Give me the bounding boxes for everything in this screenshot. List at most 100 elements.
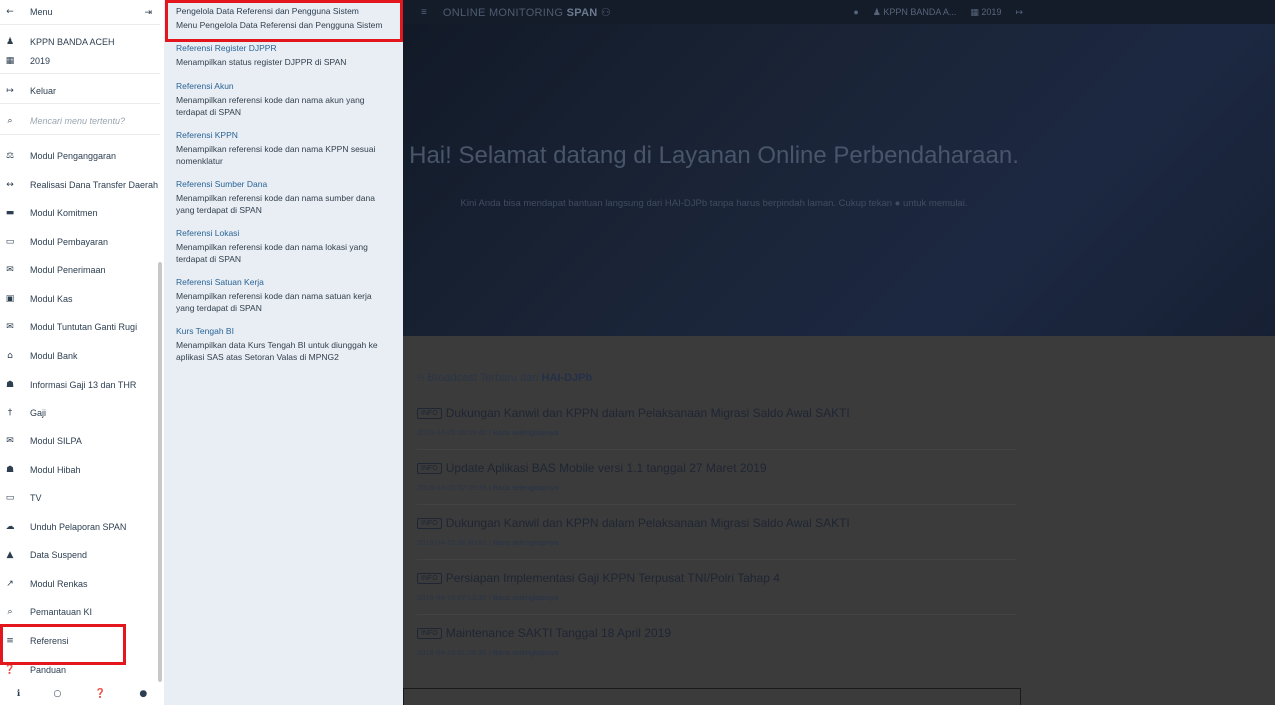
news-item: INFO Update Aplikasi BAS Mobile versi 1.1…	[417, 461, 1017, 505]
credit-card-icon: ▭	[5, 237, 15, 247]
submenu-item-register-djppr[interactable]: Referensi Register DJPPR Menampilkan sta…	[176, 43, 391, 68]
sidebar-user: ♟ KPPN BANDA ACEH	[0, 32, 160, 52]
male-icon: †	[7, 408, 13, 418]
signpost-icon: ≡	[6, 636, 14, 646]
info-badge: INFO	[417, 627, 442, 639]
read-more-link[interactable]: Baca selengkapnya	[493, 538, 558, 547]
line-chart-icon: ↗	[6, 579, 14, 589]
read-more-link[interactable]: Baca selengkapnya	[493, 483, 558, 492]
balance-scale-icon: ⚖	[5, 151, 15, 161]
user-icon: ♟	[5, 37, 15, 47]
gift-icon: ☗	[5, 465, 15, 475]
submenu-item-pengelola-data[interactable]: Pengelola Data Referensi dan Pengguna Si…	[176, 6, 391, 31]
hero-banner: Hai! Selamat datang di Layanan Online Pe…	[403, 24, 1275, 336]
news-title[interactable]: Dukungan Kanwil dan KPPN dalam Pelaksana…	[446, 406, 850, 420]
sidebar-year: ▦ 2019	[0, 51, 160, 71]
submenu-item-kurs-tengah-bi[interactable]: Kurs Tengah BI Menampilkan data Kurs Ten…	[176, 326, 391, 363]
sidebar-footer: ℹ ○ ❓ ●	[0, 683, 164, 705]
arrow-left-icon[interactable]: ←	[2, 7, 18, 17]
sidebar-item-pemantauan-ki[interactable]: ⌕ Pemantauan KI	[0, 602, 160, 622]
user-icon: ♟	[872, 6, 881, 17]
sidebar-item-realisasi-dana[interactable]: ↔ Realisasi Dana Transfer Daerah	[0, 175, 160, 195]
news-item: INFO Dukungan Kanwil dan KPPN dalam Pelak…	[417, 516, 1017, 560]
sidebar-item-referensi[interactable]: ≡ Referensi	[0, 631, 160, 651]
read-more-link[interactable]: Baca selengkapnya	[493, 648, 558, 657]
sidebar-item-gaji[interactable]: † Gaji	[0, 403, 160, 423]
sidebar-menu-toggle[interactable]: ← Menu ⇥	[0, 2, 160, 22]
chat-icon[interactable]: ●	[853, 7, 858, 17]
sidebar-item-modul-komitmen[interactable]: ▬ Modul Komitmen	[0, 203, 160, 223]
news-title[interactable]: Dukungan Kanwil dan KPPN dalam Pelaksana…	[446, 516, 850, 530]
info-badge: INFO	[417, 407, 442, 419]
envelope-icon: ✉	[6, 436, 14, 446]
refresh-icon[interactable]: ○	[54, 689, 62, 699]
hero-subtitle: Kini Anda bisa mendapat bantuan langsung…	[460, 198, 968, 209]
binoculars-icon: ⚇	[600, 6, 612, 19]
sidebar-item-modul-penerimaan[interactable]: ✉ Modul Penerimaan	[0, 260, 160, 280]
sign-out-icon: ↦	[6, 86, 14, 96]
sidebar-item-modul-bank[interactable]: ⌂ Modul Bank	[0, 346, 160, 366]
referensi-submenu: Pengelola Data Referensi dan Pengguna Si…	[164, 0, 403, 705]
envelope-icon: ✉	[6, 322, 14, 332]
sidebar: ← Menu ⇥ ♟ KPPN BANDA ACEH ▦ 2019 ↦ Kelu…	[0, 0, 165, 705]
sidebar-item-tv[interactable]: ▭ TV	[0, 488, 160, 508]
sidebar-item-modul-hibah[interactable]: ☗ Modul Hibah	[0, 460, 160, 480]
sidebar-item-modul-tgr[interactable]: ✉ Modul Tuntutan Ganti Rugi	[0, 317, 160, 337]
question-icon[interactable]: ❓	[95, 689, 106, 699]
sidebar-item-panduan[interactable]: ❓ Panduan	[0, 660, 160, 680]
desktop-icon: ▭	[5, 493, 15, 503]
sidebar-item-modul-penganggaran[interactable]: ⚖ Modul Penganggaran	[0, 146, 160, 166]
submenu-item-referensi-kppn[interactable]: Referensi KPPN Menampilkan referensi kod…	[176, 130, 391, 167]
search-input[interactable]: Mencari menu tertentu?	[30, 116, 125, 126]
navbar-user[interactable]: ♟ KPPN BANDA A...	[873, 7, 957, 18]
hero-title: Hai! Selamat datang di Layanan Online Pe…	[409, 142, 1019, 169]
sidebar-item-modul-pembayaran[interactable]: ▭ Modul Pembayaran	[0, 232, 160, 252]
submenu-item-satuan-kerja[interactable]: Referensi Satuan Kerja Menampilkan refer…	[176, 277, 391, 314]
submenu-item-referensi-akun[interactable]: Referensi Akun Menampilkan referensi kod…	[176, 81, 391, 118]
search-icon: ⌕	[7, 116, 13, 126]
news-date: 2019-04-22 06:40:52	[417, 538, 487, 547]
navbar-year[interactable]: ▦ 2019	[970, 7, 1001, 18]
broadcast-heading: ⍾ Broadcast Terbaru dari HAI-DJPb	[417, 372, 593, 384]
top-navbar: ≡ ONLINE MONITORING SPAN ⚇ ● ♟ KPPN BAND…	[403, 0, 1275, 24]
envelope-icon: ✉	[6, 265, 14, 275]
sidebar-item-modul-silpa[interactable]: ✉ Modul SILPA	[0, 431, 160, 451]
question-circle-icon: ❓	[4, 665, 16, 675]
sidebar-item-data-suspend[interactable]: ▲ Data Suspend	[0, 545, 160, 565]
submenu-item-sumber-dana[interactable]: Referensi Sumber Dana Menampilkan refere…	[176, 179, 391, 216]
brand-title: ONLINE MONITORING SPAN ⚇	[442, 6, 612, 19]
bell-icon: ⍾	[417, 372, 425, 384]
money-icon: ▣	[5, 294, 15, 304]
news-date: 2019-04-18 07:13:36	[417, 593, 487, 602]
sign-out-icon[interactable]: ↦	[1015, 7, 1023, 18]
news-date: 2019-04-25 06:09:40	[417, 428, 487, 437]
news-title[interactable]: Maintenance SAKTI Tanggal 18 April 2019	[446, 626, 671, 640]
sidebar-search[interactable]: ⌕ Mencari menu tertentu?	[0, 111, 160, 131]
sidebar-scrollbar[interactable]	[158, 262, 162, 682]
submenu-item-referensi-lokasi[interactable]: Referensi Lokasi Menampilkan referensi k…	[176, 228, 391, 265]
hamburger-icon[interactable]: ≡	[421, 7, 427, 18]
bottom-panel	[403, 688, 1021, 705]
read-more-link[interactable]: Baca selengkapnya	[493, 593, 558, 602]
news-item: INFO Persiapan Implementasi Gaji KPPN Ter…	[417, 571, 1017, 615]
info-badge: INFO	[417, 517, 442, 529]
broadcast-section: ⍾ Broadcast Terbaru dari HAI-DJPb INFO Du…	[403, 336, 1275, 705]
logout-button[interactable]: ↦ Keluar	[0, 81, 160, 101]
read-more-link[interactable]: Baca selengkapnya	[493, 428, 558, 437]
bank-icon: ⌂	[7, 351, 13, 361]
sidebar-item-modul-renkas[interactable]: ↗ Modul Renkas	[0, 574, 160, 594]
news-date: 2019-04-18 01:06:36	[417, 648, 487, 657]
cloud-download-icon: ☁	[5, 522, 15, 532]
news-title[interactable]: Update Aplikasi BAS Mobile versi 1.1 tan…	[446, 461, 767, 475]
news-title[interactable]: Persiapan Implementasi Gaji KPPN Terpusa…	[446, 571, 780, 585]
sidebar-item-unduh-pelaporan[interactable]: ☁ Unduh Pelaporan SPAN	[0, 517, 160, 537]
info-badge: INFO	[417, 462, 442, 474]
pin-icon[interactable]: ⇥	[144, 7, 152, 18]
news-date: 2019-04-25 02:39:38	[417, 483, 487, 492]
chat-icon[interactable]: ●	[139, 689, 147, 699]
archive-icon: ▬	[5, 208, 15, 218]
sidebar-item-gaji-13-thr[interactable]: ☗ Informasi Gaji 13 dan THR	[0, 375, 160, 395]
search-icon: ⌕	[7, 607, 13, 617]
info-icon[interactable]: ℹ	[17, 689, 20, 699]
sidebar-item-modul-kas[interactable]: ▣ Modul Kas	[0, 289, 160, 309]
